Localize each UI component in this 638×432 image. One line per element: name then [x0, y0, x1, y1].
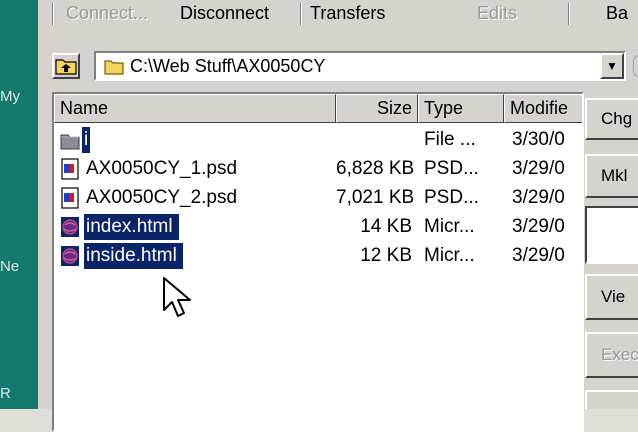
- side-text-box[interactable]: [585, 206, 638, 264]
- file-row[interactable]: i File ... 3/30/0: [54, 127, 582, 153]
- file-name: index.html: [84, 214, 179, 240]
- toolbar-separator: [300, 3, 302, 25]
- file-modified: 3/30/0: [512, 129, 565, 150]
- desktop-strip: My Ne R: [0, 0, 38, 409]
- chevron-down-icon: ▼: [606, 59, 618, 73]
- desktop-label-ne: Ne: [0, 258, 20, 275]
- batch-button[interactable]: Ba: [606, 1, 628, 25]
- edits-button[interactable]: Edits: [477, 1, 517, 25]
- parent-folder-button[interactable]: [52, 53, 80, 79]
- path-text: C:\Web Stuff\AX0050CY: [130, 56, 326, 76]
- file-name: AX0050CY_1.psd: [86, 158, 238, 179]
- file-modified: 3/29/0: [512, 158, 565, 179]
- file-list-header: Name Size Type Modifie: [54, 94, 582, 123]
- html-file-icon: [61, 246, 79, 266]
- psd-file-icon: [61, 187, 79, 209]
- view-button[interactable]: Vie: [585, 274, 638, 320]
- side-button-partial[interactable]: [585, 390, 638, 409]
- file-modified: 3/29/0: [512, 187, 565, 208]
- file-type: PSD...: [424, 187, 479, 208]
- folder-icon: [104, 60, 124, 75]
- file-row[interactable]: AX0050CY_1.psd 6,828 KB PSD... 3/29/0: [54, 156, 582, 182]
- desktop-label-r: R: [0, 385, 11, 402]
- local-file-panel: C:\Web Stuff\AX0050CY ▼ Name Size Type M…: [38, 33, 638, 432]
- connect-button[interactable]: Connect...: [66, 1, 148, 25]
- file-name: inside.html: [84, 243, 183, 269]
- file-modified: 3/29/0: [512, 245, 565, 266]
- file-name: AX0050CY_2.psd: [86, 187, 238, 208]
- path-dropdown[interactable]: C:\Web Stuff\AX0050CY ▼: [94, 51, 626, 81]
- file-list[interactable]: Name Size Type Modifie i File ... 3/30/0…: [52, 92, 584, 432]
- exec-button[interactable]: Exec: [585, 332, 638, 378]
- file-row[interactable]: inside.html 12 KB Micr... 3/29/0: [54, 243, 582, 269]
- next-control-edge: [633, 55, 638, 77]
- file-name: i: [82, 127, 91, 153]
- file-type: Micr...: [424, 245, 475, 266]
- file-size: 7,021 KB: [336, 187, 415, 208]
- toolbar: Connect... Disconnect Transfers Edits Ba: [38, 0, 638, 34]
- transfers-button[interactable]: Transfers: [310, 1, 385, 25]
- desktop-label-my: My: [0, 88, 20, 105]
- mkdir-button[interactable]: Mkl: [585, 154, 638, 198]
- mouse-pointer-icon: [163, 277, 191, 317]
- dropdown-arrow-button[interactable]: ▼: [600, 53, 624, 79]
- file-row[interactable]: AX0050CY_2.psd 7,021 KB PSD... 3/29/0: [54, 185, 582, 211]
- file-type: File ...: [424, 129, 476, 150]
- column-header-name[interactable]: Name: [54, 94, 336, 123]
- column-header-type[interactable]: Type: [418, 94, 504, 123]
- file-type: Micr...: [424, 216, 475, 237]
- disconnect-button[interactable]: Disconnect: [180, 1, 269, 25]
- file-modified: 3/29/0: [512, 216, 565, 237]
- psd-file-icon: [61, 158, 79, 180]
- toolbar-separator: [568, 3, 570, 25]
- column-header-size[interactable]: Size: [336, 94, 418, 123]
- file-row[interactable]: index.html 14 KB Micr... 3/29/0: [54, 214, 582, 240]
- file-size: 6,828 KB: [336, 158, 415, 179]
- folder-icon: [60, 134, 80, 150]
- file-size: 14 KB: [360, 216, 412, 237]
- toolbar-separator: [52, 3, 54, 25]
- chgdir-button[interactable]: Chg: [585, 98, 638, 140]
- file-type: PSD...: [424, 158, 479, 179]
- file-size: 12 KB: [360, 245, 412, 266]
- html-file-icon: [61, 217, 79, 237]
- column-header-modified[interactable]: Modifie: [504, 94, 582, 123]
- folder-up-icon: [55, 59, 77, 75]
